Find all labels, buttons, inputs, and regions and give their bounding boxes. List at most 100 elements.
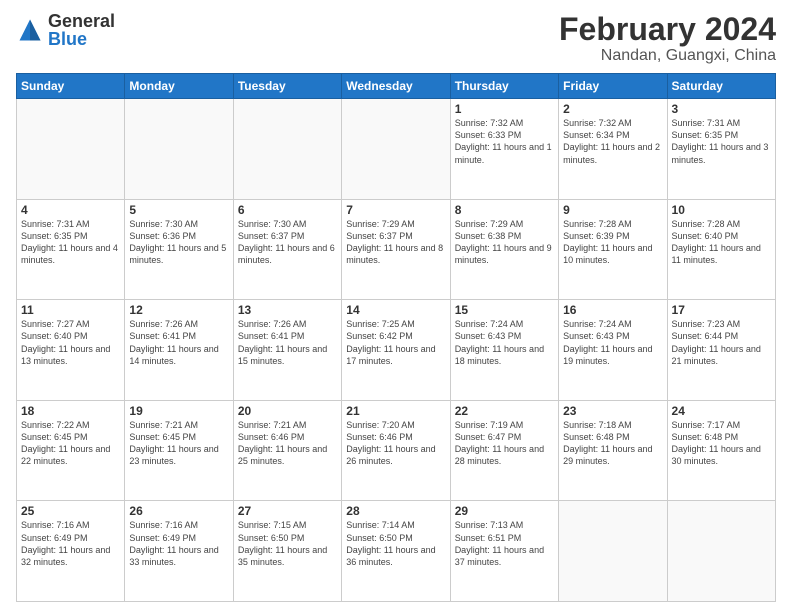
- calendar-cell: 29Sunrise: 7:13 AMSunset: 6:51 PMDayligh…: [450, 501, 558, 602]
- calendar-cell: 23Sunrise: 7:18 AMSunset: 6:48 PMDayligh…: [559, 400, 667, 501]
- col-monday: Monday: [125, 74, 233, 99]
- col-sunday: Sunday: [17, 74, 125, 99]
- calendar-cell: 4Sunrise: 7:31 AMSunset: 6:35 PMDaylight…: [17, 199, 125, 300]
- day-info: Sunrise: 7:31 AMSunset: 6:35 PMDaylight:…: [21, 218, 120, 267]
- calendar-cell: 2Sunrise: 7:32 AMSunset: 6:34 PMDaylight…: [559, 99, 667, 200]
- day-info: Sunrise: 7:30 AMSunset: 6:36 PMDaylight:…: [129, 218, 228, 267]
- day-number: 7: [346, 203, 445, 217]
- calendar-week-row: 18Sunrise: 7:22 AMSunset: 6:45 PMDayligh…: [17, 400, 776, 501]
- day-number: 4: [21, 203, 120, 217]
- day-info: Sunrise: 7:28 AMSunset: 6:39 PMDaylight:…: [563, 218, 662, 267]
- col-saturday: Saturday: [667, 74, 775, 99]
- day-number: 27: [238, 504, 337, 518]
- logo-text: General Blue: [48, 12, 115, 48]
- calendar-cell: 16Sunrise: 7:24 AMSunset: 6:43 PMDayligh…: [559, 300, 667, 401]
- day-number: 2: [563, 102, 662, 116]
- day-info: Sunrise: 7:18 AMSunset: 6:48 PMDaylight:…: [563, 419, 662, 468]
- calendar-cell: 9Sunrise: 7:28 AMSunset: 6:39 PMDaylight…: [559, 199, 667, 300]
- day-number: 22: [455, 404, 554, 418]
- day-info: Sunrise: 7:31 AMSunset: 6:35 PMDaylight:…: [672, 117, 771, 166]
- day-number: 11: [21, 303, 120, 317]
- header: General Blue February 2024 Nandan, Guang…: [16, 12, 776, 65]
- day-number: 17: [672, 303, 771, 317]
- calendar-table: Sunday Monday Tuesday Wednesday Thursday…: [16, 73, 776, 602]
- calendar-cell: 5Sunrise: 7:30 AMSunset: 6:36 PMDaylight…: [125, 199, 233, 300]
- day-info: Sunrise: 7:20 AMSunset: 6:46 PMDaylight:…: [346, 419, 445, 468]
- calendar-cell: 21Sunrise: 7:20 AMSunset: 6:46 PMDayligh…: [342, 400, 450, 501]
- day-info: Sunrise: 7:24 AMSunset: 6:43 PMDaylight:…: [563, 318, 662, 367]
- calendar-cell: 17Sunrise: 7:23 AMSunset: 6:44 PMDayligh…: [667, 300, 775, 401]
- calendar-cell: 12Sunrise: 7:26 AMSunset: 6:41 PMDayligh…: [125, 300, 233, 401]
- day-number: 25: [21, 504, 120, 518]
- day-info: Sunrise: 7:30 AMSunset: 6:37 PMDaylight:…: [238, 218, 337, 267]
- calendar-cell: [233, 99, 341, 200]
- day-number: 12: [129, 303, 228, 317]
- calendar-week-row: 1Sunrise: 7:32 AMSunset: 6:33 PMDaylight…: [17, 99, 776, 200]
- calendar-cell: 3Sunrise: 7:31 AMSunset: 6:35 PMDaylight…: [667, 99, 775, 200]
- title-block: February 2024 Nandan, Guangxi, China: [559, 12, 776, 65]
- day-number: 18: [21, 404, 120, 418]
- calendar-week-row: 4Sunrise: 7:31 AMSunset: 6:35 PMDaylight…: [17, 199, 776, 300]
- day-number: 6: [238, 203, 337, 217]
- calendar-cell: 24Sunrise: 7:17 AMSunset: 6:48 PMDayligh…: [667, 400, 775, 501]
- location-title: Nandan, Guangxi, China: [559, 47, 776, 65]
- calendar-cell: 1Sunrise: 7:32 AMSunset: 6:33 PMDaylight…: [450, 99, 558, 200]
- day-number: 5: [129, 203, 228, 217]
- day-number: 23: [563, 404, 662, 418]
- day-number: 20: [238, 404, 337, 418]
- day-number: 14: [346, 303, 445, 317]
- logo-blue-text: Blue: [48, 30, 115, 48]
- day-number: 3: [672, 102, 771, 116]
- day-number: 29: [455, 504, 554, 518]
- col-friday: Friday: [559, 74, 667, 99]
- calendar-cell: 27Sunrise: 7:15 AMSunset: 6:50 PMDayligh…: [233, 501, 341, 602]
- calendar-week-row: 25 Sunrise: 7:16 AMSunset: 6:49 PMDayligh…: [17, 501, 776, 602]
- calendar-cell: 18Sunrise: 7:22 AMSunset: 6:45 PMDayligh…: [17, 400, 125, 501]
- col-thursday: Thursday: [450, 74, 558, 99]
- day-number: 9: [563, 203, 662, 217]
- day-number: 16: [563, 303, 662, 317]
- calendar-header-row: Sunday Monday Tuesday Wednesday Thursday…: [17, 74, 776, 99]
- day-number: 13: [238, 303, 337, 317]
- calendar-cell: 28Sunrise: 7:14 AMSunset: 6:50 PMDayligh…: [342, 501, 450, 602]
- day-info: Sunrise: 7:13 AMSunset: 6:51 PMDaylight:…: [455, 519, 554, 568]
- calendar-cell: 6Sunrise: 7:30 AMSunset: 6:37 PMDaylight…: [233, 199, 341, 300]
- calendar-cell: 22Sunrise: 7:19 AMSunset: 6:47 PMDayligh…: [450, 400, 558, 501]
- day-info: Sunrise: 7:29 AMSunset: 6:38 PMDaylight:…: [455, 218, 554, 267]
- day-number: 8: [455, 203, 554, 217]
- day-info: Sunrise: 7:28 AMSunset: 6:40 PMDaylight:…: [672, 218, 771, 267]
- logo-icon: [16, 16, 44, 44]
- calendar-cell: 13Sunrise: 7:26 AMSunset: 6:41 PMDayligh…: [233, 300, 341, 401]
- col-wednesday: Wednesday: [342, 74, 450, 99]
- page: General Blue February 2024 Nandan, Guang…: [0, 0, 792, 612]
- calendar-cell: 20Sunrise: 7:21 AMSunset: 6:46 PMDayligh…: [233, 400, 341, 501]
- calendar-cell: 15Sunrise: 7:24 AMSunset: 6:43 PMDayligh…: [450, 300, 558, 401]
- month-title: February 2024: [559, 12, 776, 47]
- day-info: Sunrise: 7:21 AMSunset: 6:45 PMDaylight:…: [129, 419, 228, 468]
- day-info: Sunrise: 7:26 AMSunset: 6:41 PMDaylight:…: [238, 318, 337, 367]
- day-number: 28: [346, 504, 445, 518]
- day-number: 26: [129, 504, 228, 518]
- day-info: Sunrise: 7:23 AMSunset: 6:44 PMDaylight:…: [672, 318, 771, 367]
- day-info: Sunrise: 7:27 AMSunset: 6:40 PMDaylight:…: [21, 318, 120, 367]
- day-number: 15: [455, 303, 554, 317]
- day-number: 1: [455, 102, 554, 116]
- calendar-cell: [125, 99, 233, 200]
- day-info: Sunrise: 7:24 AMSunset: 6:43 PMDaylight:…: [455, 318, 554, 367]
- day-info: Sunrise: 7:16 AMSunset: 6:49 PMDaylight:…: [129, 519, 228, 568]
- day-info: Sunrise: 7:14 AMSunset: 6:50 PMDaylight:…: [346, 519, 445, 568]
- calendar-week-row: 11Sunrise: 7:27 AMSunset: 6:40 PMDayligh…: [17, 300, 776, 401]
- calendar-cell: [17, 99, 125, 200]
- calendar-cell: 25Sunrise: 7:16 AMSunset: 6:49 PMDayligh…: [17, 501, 125, 602]
- day-info: Sunrise: 7:25 AMSunset: 6:42 PMDaylight:…: [346, 318, 445, 367]
- calendar-cell: 11Sunrise: 7:27 AMSunset: 6:40 PMDayligh…: [17, 300, 125, 401]
- calendar-cell: 14Sunrise: 7:25 AMSunset: 6:42 PMDayligh…: [342, 300, 450, 401]
- day-info: Sunrise: 7:22 AMSunset: 6:45 PMDaylight:…: [21, 419, 120, 468]
- calendar-cell: 7Sunrise: 7:29 AMSunset: 6:37 PMDaylight…: [342, 199, 450, 300]
- logo-general-text: General: [48, 12, 115, 30]
- calendar-cell: 8Sunrise: 7:29 AMSunset: 6:38 PMDaylight…: [450, 199, 558, 300]
- day-info: Sunrise: 7:15 AMSunset: 6:50 PMDaylight:…: [238, 519, 337, 568]
- day-info: Sunrise: 7:32 AMSunset: 6:34 PMDaylight:…: [563, 117, 662, 166]
- logo: General Blue: [16, 12, 115, 48]
- calendar-cell: 19Sunrise: 7:21 AMSunset: 6:45 PMDayligh…: [125, 400, 233, 501]
